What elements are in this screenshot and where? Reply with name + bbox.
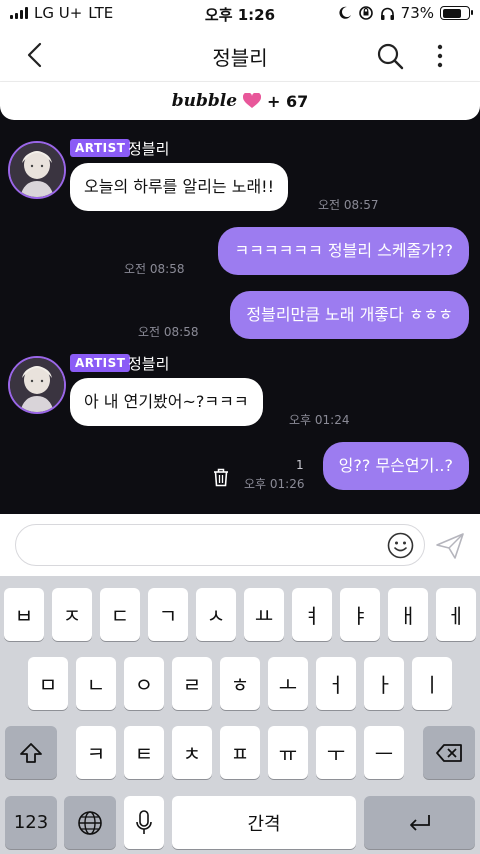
heart-icon [243,93,262,108]
backspace-icon [436,743,462,762]
message-bubble-outgoing[interactable]: 잉?? 무슨연기..? [322,442,469,490]
message-bubble-incoming[interactable]: 아 내 연기봤어~?ㅋㅋㅋ [70,378,263,426]
numbers-key[interactable]: 123 [5,796,57,849]
key[interactable]: ㅋ [76,726,116,779]
key[interactable]: ㄷ [100,588,140,641]
key[interactable]: ㅣ [412,657,452,710]
key[interactable]: ㅌ [124,726,164,779]
status-right: 73% [338,4,473,22]
space-key[interactable]: 간격 [172,796,356,849]
message-bubble-outgoing[interactable]: 정블리만큼 노래 개좋다 ㅎㅎㅎ [230,291,469,339]
globe-icon [78,810,102,835]
key[interactable]: ㅗ [268,657,308,710]
key[interactable]: ㅜ [316,726,356,779]
return-icon [409,814,430,831]
key[interactable]: ㅕ [292,588,332,641]
bubble-logo: bubble [171,91,238,111]
artist-badge: ARTIST [70,354,131,372]
key[interactable]: ㄹ [172,657,212,710]
key[interactable]: ㄱ [148,588,188,641]
key[interactable]: ㅑ [340,588,380,641]
keyboard: 123 간격 ㅂㅈㄷㄱㅅㅛㅕㅑㅐㅔㅁㄴㅇㄹㅎㅗㅓㅏㅣㅋㅌㅊㅍㅠㅜㅡ [0,576,480,854]
battery-fill [442,8,461,18]
delete-key[interactable] [423,726,475,779]
message-time: 오전 08:58 [124,262,185,276]
microphone-icon [136,809,152,834]
key[interactable]: ㅁ [28,657,68,710]
mic-key[interactable] [124,796,164,849]
shift-icon [20,742,42,763]
avatar[interactable] [8,356,66,414]
key[interactable]: ㅇ [124,657,164,710]
message-time: 오전 08:57 [318,198,379,212]
message-bubble-outgoing[interactable]: ㅋㅋㅋㅋㅋㅋ 정블리 스케줄가?? [218,227,469,275]
send-icon[interactable] [435,532,465,560]
key[interactable]: ㅊ [172,726,212,779]
return-key[interactable] [364,796,475,849]
message-input-bar [0,514,480,576]
orientation-lock-icon [358,6,373,20]
key[interactable]: ㅂ [4,588,44,641]
key[interactable]: ㅛ [244,588,284,641]
message-time: 오후 01:24 [289,413,350,427]
chat-header: 정블리 [0,28,480,82]
status-bar: LG U+ LTE 오후 1:26 73% [0,0,480,28]
message-time: 오후 01:26 [244,477,305,491]
battery-percent: 73% [400,4,434,22]
sender-name: 정블리 [128,355,170,373]
message-bubble-incoming[interactable]: 오늘의 하루를 알리는 노래!! [70,163,289,211]
key[interactable]: ㅔ [436,588,476,641]
key[interactable]: ㅠ [268,726,308,779]
search-icon[interactable] [376,42,404,70]
key[interactable]: ㅡ [364,726,404,779]
headphones-icon [380,7,394,20]
shift-key[interactable] [5,726,57,779]
more-vertical-icon[interactable] [430,42,450,70]
avatar-image [10,358,64,412]
key[interactable]: ㅈ [52,588,92,641]
battery-icon [440,6,473,20]
avatar-image [10,143,64,197]
message-time: 오전 08:58 [138,325,199,339]
key[interactable]: ㅎ [220,657,260,710]
sender-name: 정블리 [128,140,170,158]
key[interactable]: ㅅ [196,588,236,641]
bubble-count: + 67 [267,91,309,111]
key[interactable]: ㅏ [364,657,404,710]
key[interactable]: ㅍ [220,726,260,779]
moon-icon [339,6,351,19]
unread-count: 1 [296,458,304,472]
avatar[interactable] [8,141,66,199]
key[interactable]: ㄴ [76,657,116,710]
page-title: 정블리 [212,46,268,70]
bubble-bar-wrapper: bubble + 67 [0,82,480,122]
key[interactable]: ㅐ [388,588,428,641]
globe-key[interactable] [64,796,116,849]
artist-badge: ARTIST [70,139,131,157]
bubble-bar[interactable]: bubble + 67 [0,82,480,120]
smiley-icon[interactable] [387,532,414,559]
key[interactable]: ㅓ [316,657,356,710]
trash-icon[interactable] [212,467,230,487]
message-input[interactable] [15,524,425,566]
